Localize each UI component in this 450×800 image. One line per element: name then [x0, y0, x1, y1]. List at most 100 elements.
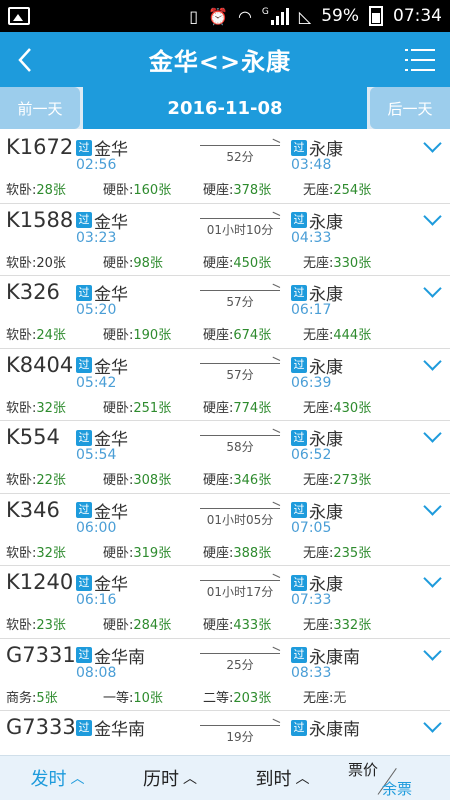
seat-class-label: 二等:: [203, 690, 234, 706]
chevron-down-icon[interactable]: [424, 502, 440, 518]
seat-class-label: 硬卧:: [103, 400, 134, 416]
pass-through-badge: 过: [76, 284, 92, 301]
departure-time: 05:54: [76, 447, 117, 463]
chevron-down-icon[interactable]: [424, 574, 440, 590]
seat-availability: 软卧:24张: [6, 324, 66, 343]
pass-through-badge: 过: [76, 647, 92, 663]
pass-through-badge: 过: [291, 574, 307, 591]
chevron-down-icon[interactable]: [424, 647, 440, 663]
train-row[interactable]: K8404 过金华 05:42 57分过永康 06:39 软卧:32张 硬卧:251张 硬座:…: [0, 349, 450, 421]
seat-availability: 软卧:32张: [6, 542, 66, 561]
train-row[interactable]: G7333 过金华南 19分过永康南: [0, 711, 450, 755]
train-number: K8404: [6, 352, 74, 377]
train-row[interactable]: K1672 过金华 02:56 52分过永康 03:48 软卧:28张 硬卧:160张 硬座:…: [0, 131, 450, 204]
train-list[interactable]: K1672 过金华 02:56 52分过永康 03:48 软卧:28张 硬卧:160张 硬座:…: [0, 131, 450, 755]
departure-time: 05:42: [76, 374, 117, 391]
travel-duration: 25分: [226, 657, 254, 672]
seat-count: 251张: [133, 400, 172, 416]
sort-arrival-button[interactable]: 到时 ︿: [225, 756, 340, 800]
seat-class-label: 硬座:: [203, 545, 234, 561]
seat-summary: 软卧:32张 硬卧:319张 硬座:388张 无座:235张: [6, 542, 446, 561]
sort-arrival-label: 到时: [255, 769, 292, 790]
pass-through-badge: 过: [291, 139, 307, 156]
menu-button[interactable]: [390, 32, 450, 87]
caret-up-icon: ︿: [70, 771, 85, 787]
seat-availability: 硬座:346张: [203, 469, 271, 488]
train-row[interactable]: K1240 过金华 06:16 01小时17分过永康 07:33 软卧:23张 硬卧:284…: [0, 566, 450, 639]
seat-count: 203张: [233, 690, 272, 706]
seat-class-label: 硬卧:: [103, 183, 134, 198]
remaining-label: 余票: [382, 779, 413, 798]
departure-station: 过金华南: [76, 715, 145, 740]
seat-class-label: 硬卧:: [103, 545, 134, 561]
seat-availability: 硬卧:308张: [103, 469, 171, 488]
seat-count: 388张: [233, 545, 272, 561]
chevron-down-icon[interactable]: [424, 212, 440, 228]
list-menu-icon: [405, 48, 435, 71]
train-number: K1588: [6, 207, 74, 232]
seat-class-label: 硬座:: [203, 328, 234, 343]
seat-class-label: 软卧:: [6, 473, 37, 488]
arrival-time: 06:39: [291, 374, 332, 391]
seat-class-label: 硬座:: [203, 400, 234, 416]
seat-availability: 硬座:774张: [203, 397, 271, 416]
train-row[interactable]: K326 过金华 05:20 57分过永康 06:17 软卧:24张 硬卧:190张 硬座:6…: [0, 276, 450, 349]
seat-summary: 软卧:22张 硬卧:308张 硬座:346张 无座:273张: [6, 469, 446, 488]
seat-class-label: 软卧:: [6, 400, 37, 416]
seat-summary: 软卧:28张 硬卧:160张 硬座:378张 无座:254张: [6, 179, 446, 198]
train-number: K1240: [6, 570, 74, 594]
train-number: K346: [6, 497, 60, 522]
previous-day-button[interactable]: 前一天: [0, 87, 80, 129]
seat-class-label: 硬座:: [203, 473, 234, 488]
seat-count: 330张: [333, 255, 372, 271]
train-row[interactable]: K554 过金华 05:54 58分过永康 06:52 软卧:22张 硬卧:308张 硬座:3…: [0, 421, 450, 494]
seat-availability: 硬卧:251张: [103, 397, 171, 416]
train-row[interactable]: K346 过金华 06:00 01小时05分过永康 07:05 软卧:32张 硬卧:319张…: [0, 494, 450, 566]
seat-class-label: 无座:: [303, 545, 334, 561]
pass-through-badge: 过: [76, 357, 92, 373]
date-bar: 前一天 2016-11-08 后一天: [0, 87, 450, 129]
arrival-time: 04:33: [291, 229, 332, 246]
arrival-time: 06:52: [291, 447, 332, 463]
chevron-down-icon[interactable]: [424, 719, 440, 735]
pass-through-badge: 过: [291, 502, 307, 518]
chevron-down-icon[interactable]: [424, 357, 440, 373]
seat-class-label: 无座:: [303, 473, 334, 488]
train-row[interactable]: G7331 过金华南 08:08 25分过永康南 08:33 商务:5张 一等:10张 二等:…: [0, 639, 450, 711]
seat-class-label: 硬卧:: [103, 618, 134, 633]
seat-count: 433张: [233, 618, 272, 633]
seat-count: 319张: [133, 545, 172, 561]
seat-availability: 软卧:32张: [6, 397, 66, 416]
departure-time: 06:16: [76, 592, 117, 608]
train-row[interactable]: K1588 过金华 03:23 01小时10分过永康 04:33 软卧:20张 硬卧:98张…: [0, 204, 450, 276]
seat-availability: 无座:330张: [303, 252, 371, 271]
seat-class-label: 硬卧:: [103, 328, 134, 343]
seat-class-label: 无座:: [303, 618, 334, 633]
chevron-down-icon[interactable]: [424, 139, 440, 155]
seat-count: 235张: [333, 545, 372, 561]
chevron-down-icon[interactable]: [424, 284, 440, 300]
travel-duration: 58分: [226, 440, 254, 454]
next-day-button[interactable]: 后一天: [370, 87, 450, 129]
price-remaining-toggle[interactable]: 票价 余票: [340, 756, 450, 800]
seat-count: 5张: [36, 690, 58, 706]
seat-summary: 软卧:32张 硬卧:251张 硬座:774张 无座:430张: [6, 397, 446, 416]
seat-availability: 软卧:23张: [6, 614, 66, 633]
pass-through-badge: 过: [291, 647, 307, 663]
sort-duration-button[interactable]: 历时 ︿: [115, 756, 225, 800]
page-title: 金华<>永康: [148, 48, 292, 76]
arrival-time: 06:17: [291, 302, 332, 318]
travel-duration: 01小时17分: [206, 585, 274, 599]
travel-duration: 57分: [226, 367, 254, 382]
arrival-station-name: 永康南: [309, 720, 360, 740]
seat-count: 28张: [36, 183, 66, 198]
sort-departure-button[interactable]: 发时 ︿: [0, 756, 115, 800]
arrival-time: 03:48: [291, 157, 332, 173]
seat-count: 430张: [333, 400, 372, 416]
pass-through-badge: 过: [76, 574, 92, 591]
seat-class-label: 软卧:: [6, 183, 37, 198]
current-date[interactable]: 2016-11-08: [83, 87, 367, 129]
seat-class-label: 软卧:: [6, 545, 37, 561]
chevron-down-icon[interactable]: [424, 429, 440, 445]
back-button[interactable]: [0, 32, 50, 87]
